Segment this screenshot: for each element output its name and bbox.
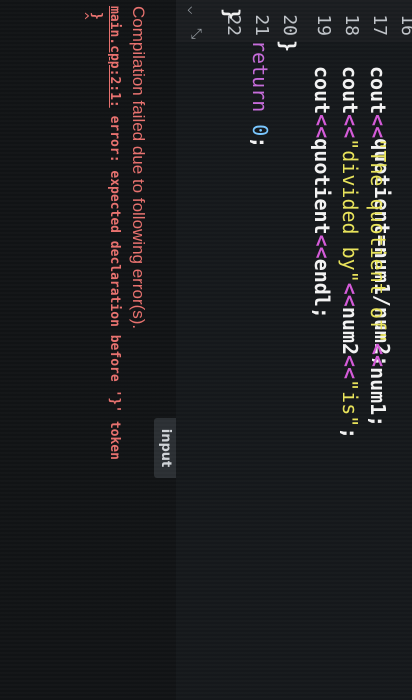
line-number: 20 xyxy=(279,14,300,36)
code-operator: << xyxy=(310,114,334,139)
line-number-gutter: 16 17 18 19 20 21 22 xyxy=(176,0,412,42)
chevron-down-icon[interactable]: ⌵ xyxy=(184,6,200,14)
code-token: ; xyxy=(248,136,272,149)
code-line-19: cout<<quotient<<endl; xyxy=(310,66,334,319)
code-line-22: } xyxy=(220,8,244,20)
error-source-line: } xyxy=(89,12,104,20)
line-number: 16 xyxy=(397,14,412,36)
line-number: 18 xyxy=(341,14,362,36)
code-token: cout xyxy=(338,66,362,115)
code-string: "is" xyxy=(338,379,362,428)
output-panel: input Compilation failed due to followin… xyxy=(0,0,176,700)
code-token: cout xyxy=(366,66,390,115)
code-operator: << xyxy=(366,114,390,139)
tab-input[interactable]: input xyxy=(154,418,176,478)
code-keyword: return xyxy=(248,40,272,113)
line-number: 21 xyxy=(251,14,272,36)
code-token: endl; xyxy=(310,258,334,319)
error-caret: ^ xyxy=(75,12,90,20)
code-brace: } xyxy=(276,40,300,53)
code-token: ; xyxy=(338,427,362,440)
code-token: num2 xyxy=(338,306,362,356)
code-line-18: cout<<"divided by"<<num2<<"is"; xyxy=(338,66,362,439)
code-operator: << xyxy=(338,282,362,307)
code-operator: << xyxy=(338,355,362,380)
code-token: quotient xyxy=(310,138,334,235)
ide-screen: 16 17 18 19 20 21 22 quotient=num1/num2;… xyxy=(0,0,412,700)
code-operator: << xyxy=(366,342,390,368)
error-line: main.cpp:2:1: error: expected declaratio… xyxy=(107,6,122,460)
error-file-link[interactable]: main.cpp:2:1: xyxy=(107,6,122,108)
code-brace: } xyxy=(220,8,244,21)
code-line-20: } xyxy=(276,40,300,52)
line-number: 19 xyxy=(313,14,334,36)
error-message: error: expected declaration before '}' t… xyxy=(107,107,122,460)
compile-status-message: Compilation failed due to following erro… xyxy=(129,6,148,330)
resize-icon[interactable]: ⤡ xyxy=(188,28,204,39)
code-number: 0 xyxy=(248,124,272,137)
code-operator: << xyxy=(338,114,362,139)
code-token: cout xyxy=(310,66,334,115)
code-editor[interactable]: 16 17 18 19 20 21 22 quotient=num1/num2;… xyxy=(176,0,412,700)
code-token: num1; xyxy=(366,367,390,428)
code-string: "divided by" xyxy=(338,138,362,283)
code-line-21: return 0; xyxy=(248,40,272,148)
code-string: "The quotient of" xyxy=(366,138,390,343)
code-line-17: cout<<"The quotient of"<<num1; xyxy=(366,66,390,427)
code-operator: << xyxy=(310,234,334,259)
line-number: 17 xyxy=(369,14,390,36)
